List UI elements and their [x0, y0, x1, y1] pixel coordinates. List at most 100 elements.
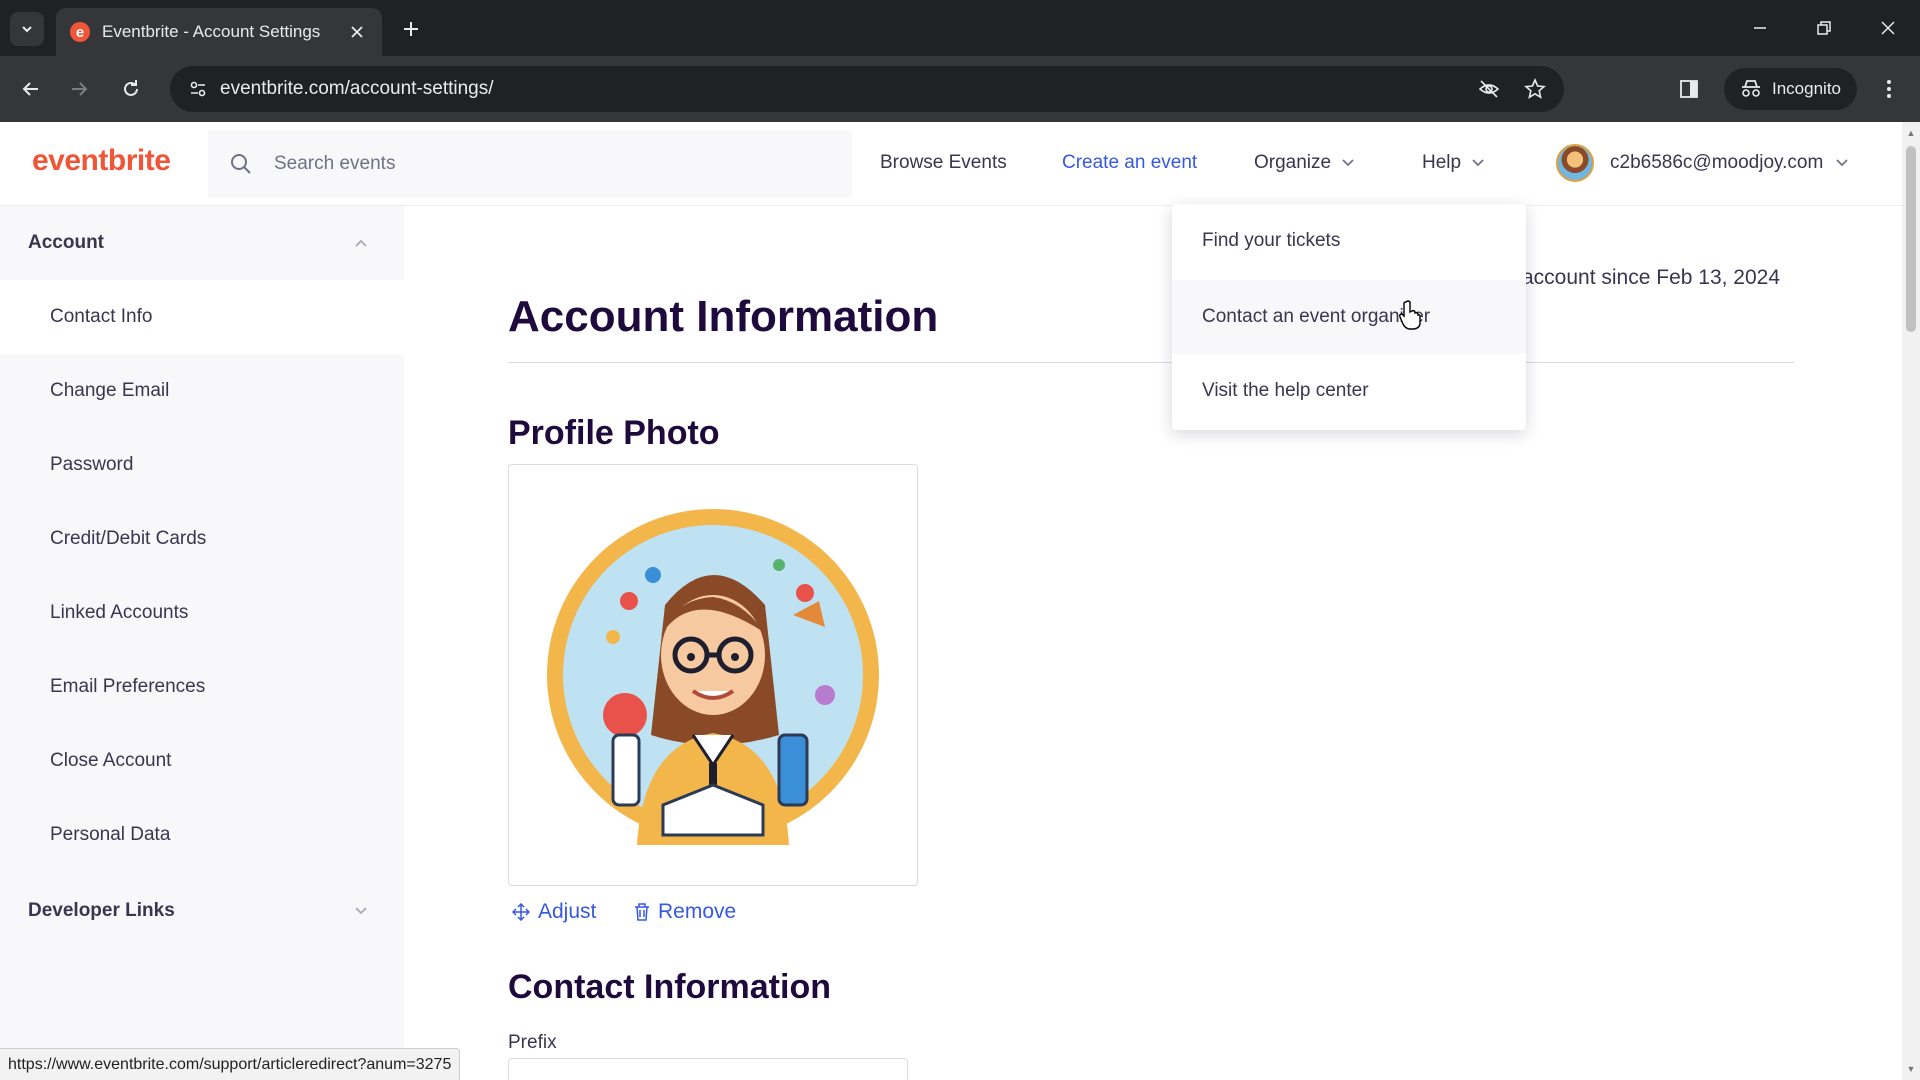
sidebar-section-label: Account: [28, 232, 104, 253]
browse-events-label: Browse Events: [880, 152, 1007, 173]
sidebar-item-label: Close Account: [50, 750, 172, 771]
minimize-button[interactable]: [1740, 10, 1780, 46]
remove-photo-button[interactable]: Remove: [634, 900, 736, 924]
tab-title: Eventbrite - Account Settings: [102, 22, 321, 41]
profile-avatar-illustration: [547, 509, 879, 845]
eventbrite-favicon-icon: e: [70, 22, 90, 42]
user-avatar[interactable]: [1556, 144, 1594, 182]
incognito-indicator[interactable]: Incognito: [1724, 68, 1857, 110]
search-input[interactable]: [274, 153, 794, 175]
chevron-down-icon: [22, 26, 32, 33]
chevron-up-icon: [355, 239, 367, 247]
close-window-button[interactable]: [1868, 10, 1908, 46]
browser-menu-button[interactable]: [1872, 72, 1906, 106]
side-panel-button[interactable]: [1672, 72, 1706, 106]
contact-information-heading: Contact Information: [508, 968, 831, 1006]
new-tab-button[interactable]: [396, 14, 426, 44]
hand-cursor-icon: [1399, 300, 1421, 330]
reload-button[interactable]: [114, 72, 148, 106]
browse-events-link[interactable]: Browse Events: [880, 152, 1007, 174]
plus-icon: [404, 22, 418, 36]
account-since-text: account since Feb 13, 2024: [1522, 266, 1781, 289]
scroll-up-icon[interactable]: ▲: [1906, 128, 1916, 138]
close-icon: [1881, 21, 1895, 35]
move-icon: [512, 903, 530, 921]
adjust-photo-button[interactable]: Adjust: [512, 900, 596, 924]
organize-menu[interactable]: Organize: [1254, 152, 1355, 174]
side-panel-icon: [1680, 80, 1698, 98]
sidebar-section-developer[interactable]: Developer Links: [0, 874, 404, 948]
help-dropdown-menu: Find your tickets Contact an event organ…: [1172, 204, 1526, 430]
chevron-down-icon: [355, 907, 367, 915]
browser-tab[interactable]: e Eventbrite - Account Settings: [56, 8, 382, 56]
menu-item-label: Contact an event organizer: [1202, 306, 1431, 327]
incognito-icon: [1742, 80, 1760, 97]
help-label: Help: [1422, 152, 1462, 173]
sidebar-item-password[interactable]: Password: [0, 428, 404, 502]
create-event-label: Create an event: [1062, 152, 1198, 173]
restore-icon: [1817, 21, 1831, 35]
eye-off-icon[interactable]: [1472, 72, 1506, 106]
page-content: eventbrite Browse Events Create an event…: [0, 122, 1902, 1080]
link-status-bar: https://www.eventbrite.com/support/artic…: [0, 1048, 461, 1080]
browser-tab-bar: e Eventbrite - Account Settings: [0, 0, 1920, 56]
chevron-down-icon: [1836, 159, 1848, 167]
adjust-label: Adjust: [538, 900, 597, 923]
menu-item-contact-organizer[interactable]: Contact an event organizer: [1172, 280, 1526, 354]
account-sidebar: Account Contact Info Change Email Passwo…: [0, 206, 404, 1080]
sidebar-item-change-email[interactable]: Change Email: [0, 354, 404, 428]
menu-item-label: Find your tickets: [1202, 230, 1341, 251]
menu-item-help-center[interactable]: Visit the help center: [1172, 354, 1526, 428]
create-event-link[interactable]: Create an event: [1062, 152, 1197, 174]
sidebar-item-contact-info[interactable]: Contact Info: [0, 280, 404, 354]
sidebar-item-cards[interactable]: Credit/Debit Cards: [0, 502, 404, 576]
organize-label: Organize: [1254, 152, 1332, 173]
prefix-label: Prefix: [508, 1032, 557, 1053]
divider: [508, 362, 1794, 363]
reload-icon: [124, 80, 138, 96]
sidebar-item-label: Email Preferences: [50, 676, 206, 697]
profile-photo[interactable]: [508, 464, 918, 886]
tab-search-button[interactable]: [10, 12, 44, 46]
help-menu[interactable]: Help: [1422, 152, 1485, 174]
remove-label: Remove: [658, 900, 737, 923]
page-title: Account Information: [508, 292, 939, 341]
scroll-down-icon[interactable]: ▼: [1906, 1064, 1916, 1074]
scrollbar-thumb[interactable]: [1906, 146, 1916, 332]
sidebar-item-linked-accounts[interactable]: Linked Accounts: [0, 576, 404, 650]
restore-button[interactable]: [1804, 10, 1844, 46]
url-text: eventbrite.com/account-settings/: [220, 78, 494, 99]
sidebar-item-personal-data[interactable]: Personal Data: [0, 798, 404, 872]
sidebar-item-label: Contact Info: [50, 306, 153, 327]
sidebar-item-label: Credit/Debit Cards: [50, 528, 207, 549]
site-settings-icon[interactable]: [176, 66, 220, 112]
forward-button[interactable]: [62, 72, 96, 106]
menu-item-find-tickets[interactable]: Find your tickets: [1172, 204, 1526, 278]
sidebar-item-label: Linked Accounts: [50, 602, 189, 623]
profile-photo-heading: Profile Photo: [508, 414, 720, 452]
sidebar-section-account[interactable]: Account: [0, 206, 404, 280]
sidebar-item-label: Personal Data: [50, 824, 171, 845]
close-icon: [351, 26, 363, 38]
page-scrollbar[interactable]: ▲ ▼: [1902, 122, 1920, 1080]
sidebar-item-close-account[interactable]: Close Account: [0, 724, 404, 798]
tab-close-button[interactable]: [346, 21, 368, 43]
bookmark-star-icon[interactable]: [1518, 72, 1552, 106]
search-bar[interactable]: [208, 130, 852, 198]
back-button[interactable]: [14, 72, 48, 106]
browser-toolbar: eventbrite.com/account-settings/ Incogni…: [0, 56, 1920, 122]
prefix-field[interactable]: [508, 1058, 908, 1080]
sidebar-item-label: Password: [50, 454, 134, 475]
eventbrite-logo[interactable]: eventbrite: [32, 144, 171, 178]
search-icon: [208, 152, 274, 176]
incognito-label: Incognito: [1772, 79, 1841, 98]
minimize-icon: [1754, 27, 1766, 29]
account-menu[interactable]: c2b6586c@moodjoy.com: [1610, 152, 1849, 174]
address-bar[interactable]: eventbrite.com/account-settings/: [170, 66, 1564, 112]
chevron-down-icon: [1342, 159, 1354, 167]
sidebar-item-label: Change Email: [50, 380, 170, 401]
chevron-down-icon: [1472, 159, 1484, 167]
sidebar-item-email-preferences[interactable]: Email Preferences: [0, 650, 404, 724]
sidebar-section-label: Developer Links: [28, 900, 175, 921]
user-email: c2b6586c@moodjoy.com: [1610, 152, 1824, 173]
